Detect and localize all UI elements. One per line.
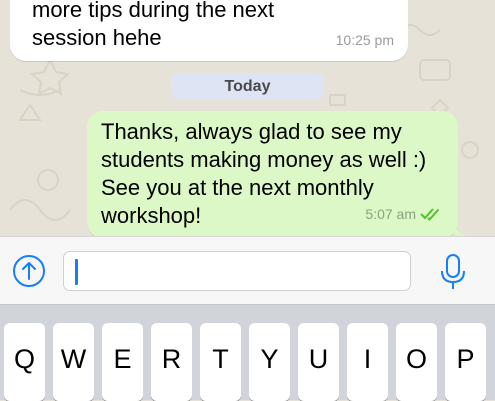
text-caret — [75, 259, 78, 285]
key-p[interactable]: P — [445, 323, 486, 401]
microphone-icon[interactable] — [438, 253, 468, 291]
key-e[interactable]: E — [102, 323, 143, 401]
key-q[interactable]: Q — [4, 323, 45, 401]
key-y[interactable]: Y — [249, 323, 290, 401]
upload-arrow-icon[interactable] — [12, 254, 46, 288]
date-separator: Today — [171, 73, 324, 100]
outgoing-message-time: 5:07 am — [365, 206, 416, 222]
bubble-tail — [452, 222, 466, 236]
chat-area[interactable]: more tips during the next session hehe 1… — [0, 0, 495, 236]
incoming-message-bubble[interactable]: more tips during the next session hehe 1… — [10, 0, 408, 61]
key-w[interactable]: W — [53, 323, 94, 401]
onscreen-keyboard: Q W E R T Y U I O P — [0, 304, 495, 401]
outgoing-message-meta: 5:07 am — [365, 200, 442, 228]
incoming-message-text: more tips during the next session hehe — [32, 0, 275, 50]
key-i[interactable]: I — [347, 323, 388, 401]
double-check-icon — [420, 208, 440, 221]
outgoing-message-bubble[interactable]: Thanks, always glad to see my students m… — [87, 111, 458, 236]
key-o[interactable]: O — [396, 323, 437, 401]
message-input[interactable] — [63, 251, 411, 291]
incoming-message-time: 10:25 pm — [335, 32, 394, 48]
key-t[interactable]: T — [200, 323, 241, 401]
key-r[interactable]: R — [151, 323, 192, 401]
message-input-bar — [0, 236, 495, 304]
key-u[interactable]: U — [298, 323, 339, 401]
